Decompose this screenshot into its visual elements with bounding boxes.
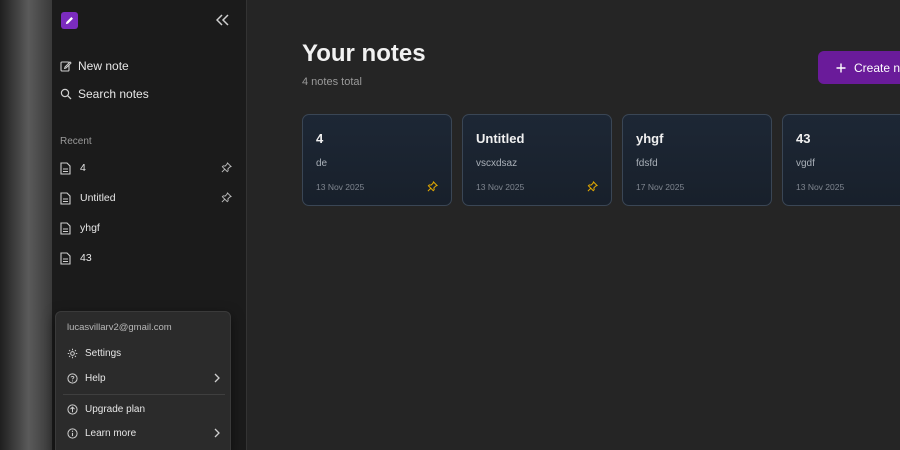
recent-item-label: yhgf [80, 222, 100, 234]
account-email: lucasvillarv2@gmail.com [67, 322, 172, 333]
upgrade-plan-label: Upgrade plan [85, 403, 146, 415]
collapse-double-chevron-icon [216, 14, 229, 26]
note-card-title: 4 [316, 131, 324, 146]
new-note-button[interactable]: New note [60, 55, 230, 77]
upgrade-arrow-icon [67, 403, 78, 415]
learn-more-label: Learn more [85, 427, 137, 439]
note-card-date: 13 Nov 2025 [476, 182, 525, 192]
note-card[interactable]: yhgf fdsfd 17 Nov 2025 [622, 114, 772, 206]
page-title: Your notes [302, 40, 426, 67]
search-icon [60, 88, 72, 100]
note-card-title: 43 [796, 131, 811, 146]
document-icon [60, 221, 71, 235]
note-card-date: 17 Nov 2025 [636, 182, 685, 192]
pin-icon[interactable] [221, 162, 232, 173]
logo-pencil-icon [65, 17, 73, 25]
upgrade-plan-menu-item[interactable]: Upgrade plan [67, 399, 221, 419]
chevron-right-icon [214, 373, 220, 383]
note-card[interactable]: Untitled vscxdsaz 13 Nov 2025 [462, 114, 612, 206]
recent-item[interactable]: Untitled [60, 187, 238, 209]
recent-item-label: 4 [80, 162, 86, 174]
search-notes-label: Search notes [78, 87, 149, 101]
help-menu-item[interactable]: Help [67, 368, 221, 388]
new-note-label: New note [78, 59, 129, 73]
menu-divider [63, 394, 225, 395]
background-window-strip [0, 0, 52, 450]
recent-item[interactable]: 4 [60, 157, 238, 179]
document-icon [60, 191, 71, 205]
recent-item[interactable]: 43 [60, 247, 238, 269]
plus-icon [836, 63, 846, 72]
info-icon [67, 427, 78, 439]
settings-menu-item[interactable]: Settings [67, 343, 221, 363]
gear-icon [67, 348, 78, 358]
account-menu: lucasvillarv2@gmail.com Settings Help Up… [55, 311, 231, 450]
help-label: Help [85, 372, 106, 384]
note-card-preview: vscxdsaz [476, 158, 518, 169]
note-card-date: 13 Nov 2025 [316, 182, 365, 192]
notes-count: 4 notes total [302, 76, 362, 88]
note-card-title: Untitled [476, 131, 525, 146]
note-card-preview: fdsfd [636, 158, 658, 169]
document-icon [60, 161, 71, 175]
create-note-button[interactable]: Create no [818, 51, 900, 84]
recent-item-label: Untitled [80, 192, 116, 204]
learn-more-menu-item[interactable]: Learn more [67, 423, 221, 443]
document-icon [60, 251, 71, 265]
recent-section-label: Recent [60, 136, 92, 147]
note-card-date: 13 Nov 2025 [796, 182, 845, 192]
note-card-title: yhgf [636, 131, 664, 146]
note-card[interactable]: 43 vgdf 13 Nov 2025 [782, 114, 900, 206]
settings-label: Settings [85, 347, 122, 359]
create-note-label: Create no [854, 60, 900, 75]
note-card-preview: vgdf [796, 158, 815, 169]
pin-icon[interactable] [427, 181, 438, 192]
note-card[interactable]: 4 de 13 Nov 2025 [302, 114, 452, 206]
pin-icon[interactable] [221, 192, 232, 203]
recent-item-label: 43 [80, 252, 92, 264]
pin-icon[interactable] [587, 181, 598, 192]
app-logo[interactable] [61, 12, 78, 29]
search-notes-button[interactable]: Search notes [60, 83, 230, 105]
help-circle-icon [67, 372, 78, 384]
chevron-right-icon [214, 428, 220, 438]
edit-icon [60, 61, 72, 72]
collapse-sidebar-button[interactable] [214, 11, 232, 29]
note-card-preview: de [316, 158, 328, 169]
recent-item[interactable]: yhgf [60, 217, 238, 239]
